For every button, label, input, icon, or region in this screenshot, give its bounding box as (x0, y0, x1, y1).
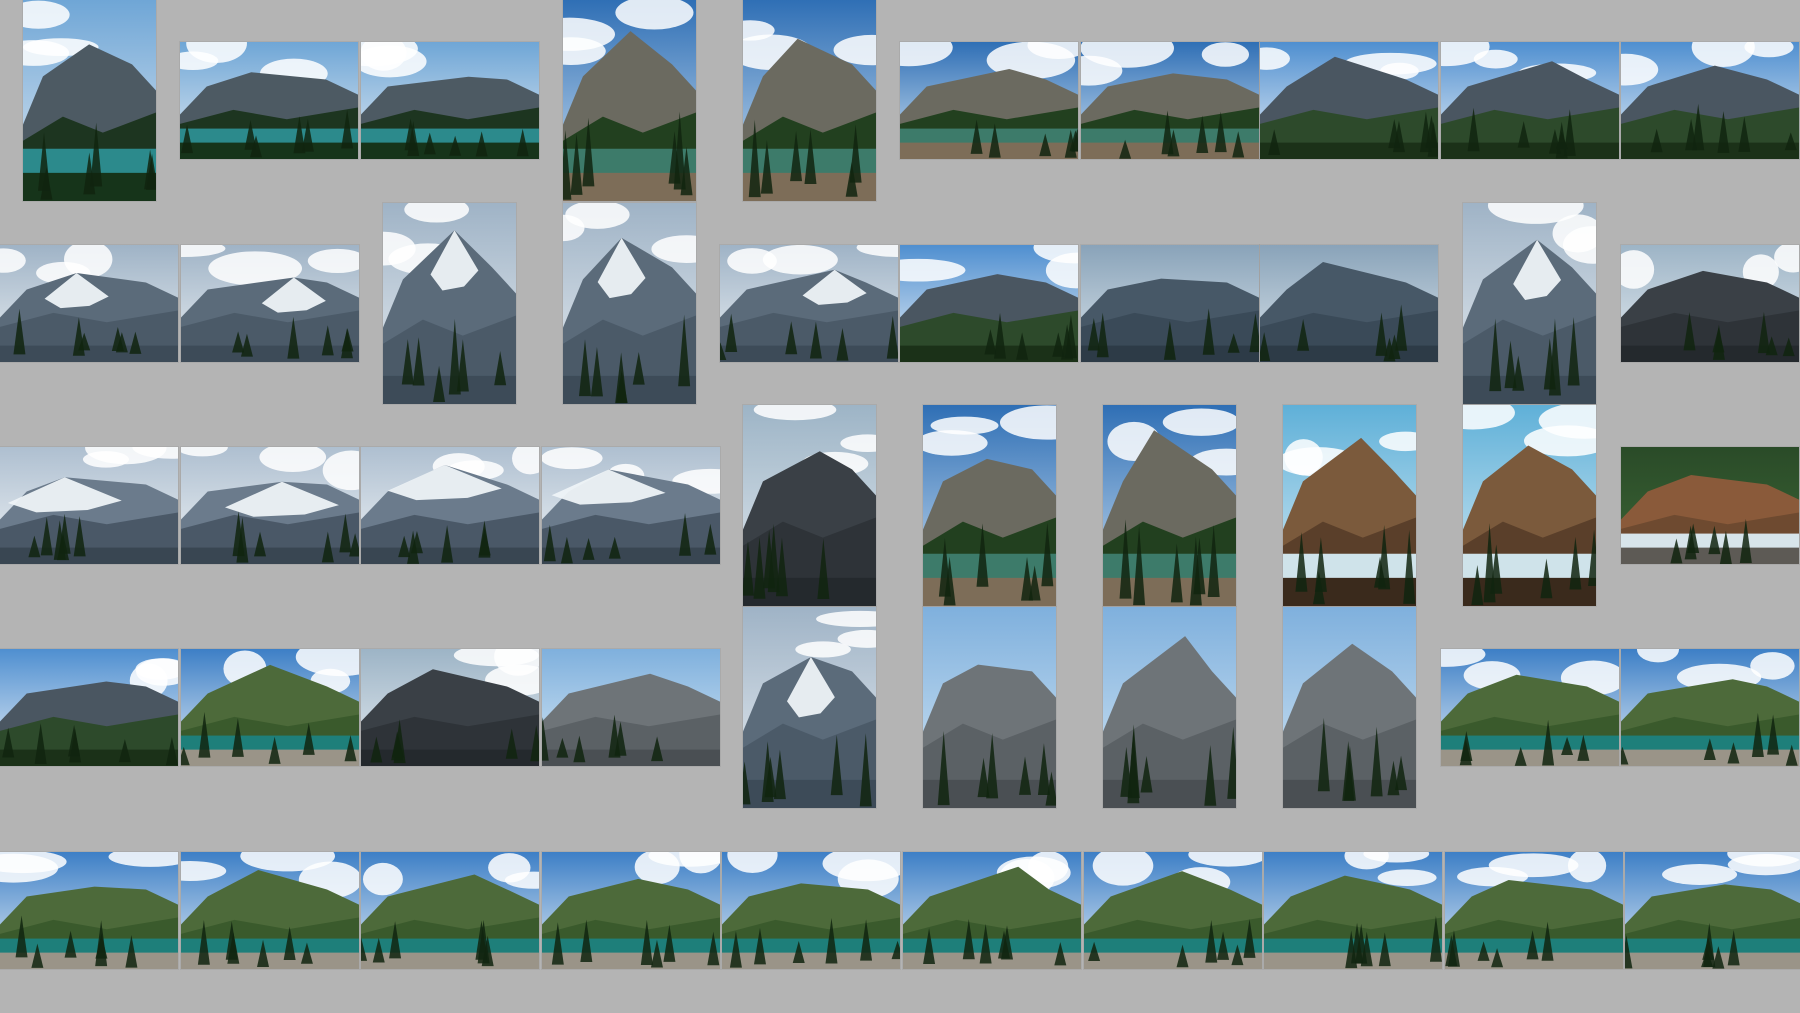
photo-thumbnail[interactable] (542, 649, 720, 766)
photo-thumbnail[interactable] (900, 42, 1078, 159)
photo-thumbnail[interactable] (1081, 245, 1259, 362)
photo-thumbnail[interactable] (722, 852, 900, 969)
photo-thumbnail[interactable] (743, 607, 876, 808)
photo-thumbnail[interactable] (1445, 852, 1623, 969)
photo-thumbnail[interactable] (720, 245, 898, 362)
photo-thumbnail[interactable] (361, 649, 539, 766)
photo-thumbnail[interactable] (181, 245, 359, 362)
photo-thumbnail[interactable] (181, 649, 359, 766)
photo-thumbnail[interactable] (1103, 405, 1236, 606)
photo-thumbnail[interactable] (1621, 42, 1799, 159)
photo-thumbnail[interactable] (1621, 245, 1799, 362)
photo-thumbnail[interactable] (0, 649, 178, 766)
photo-thumbnail[interactable] (23, 0, 156, 201)
photo-thumbnail[interactable] (361, 852, 539, 969)
photo-thumbnail[interactable] (1441, 649, 1619, 766)
photo-thumbnail[interactable] (1103, 607, 1236, 808)
photo-thumbnail[interactable] (1283, 405, 1416, 606)
photo-thumbnail[interactable] (923, 607, 1056, 808)
photo-thumbnail[interactable] (1084, 852, 1262, 969)
photo-thumbnail[interactable] (1260, 42, 1438, 159)
photo-thumbnail[interactable] (1283, 607, 1416, 808)
photo-thumbnail[interactable] (0, 852, 178, 969)
photo-thumbnail[interactable] (563, 0, 696, 201)
photo-thumbnail[interactable] (542, 447, 720, 564)
photo-thumbnail[interactable] (383, 203, 516, 404)
photo-thumbnail[interactable] (1463, 203, 1596, 404)
photo-thumbnail[interactable] (361, 447, 539, 564)
photo-grid (0, 0, 1800, 1013)
photo-thumbnail[interactable] (1625, 852, 1800, 969)
photo-thumbnail[interactable] (1463, 405, 1596, 606)
photo-thumbnail[interactable] (1621, 649, 1799, 766)
photo-thumbnail[interactable] (542, 852, 720, 969)
photo-thumbnail[interactable] (563, 203, 696, 404)
photo-thumbnail[interactable] (180, 42, 358, 159)
photo-thumbnail[interactable] (181, 852, 359, 969)
photo-thumbnail[interactable] (1441, 42, 1619, 159)
photo-thumbnail[interactable] (1621, 447, 1799, 564)
photo-thumbnail[interactable] (1264, 852, 1442, 969)
photo-thumbnail[interactable] (1260, 245, 1438, 362)
photo-thumbnail[interactable] (1081, 42, 1259, 159)
photo-thumbnail[interactable] (743, 0, 876, 201)
photo-thumbnail[interactable] (923, 405, 1056, 606)
photo-thumbnail[interactable] (900, 245, 1078, 362)
photo-thumbnail[interactable] (743, 405, 876, 606)
photo-thumbnail[interactable] (361, 42, 539, 159)
photo-thumbnail[interactable] (0, 245, 178, 362)
photo-thumbnail[interactable] (903, 852, 1081, 969)
photo-thumbnail[interactable] (181, 447, 359, 564)
photo-thumbnail[interactable] (0, 447, 178, 564)
